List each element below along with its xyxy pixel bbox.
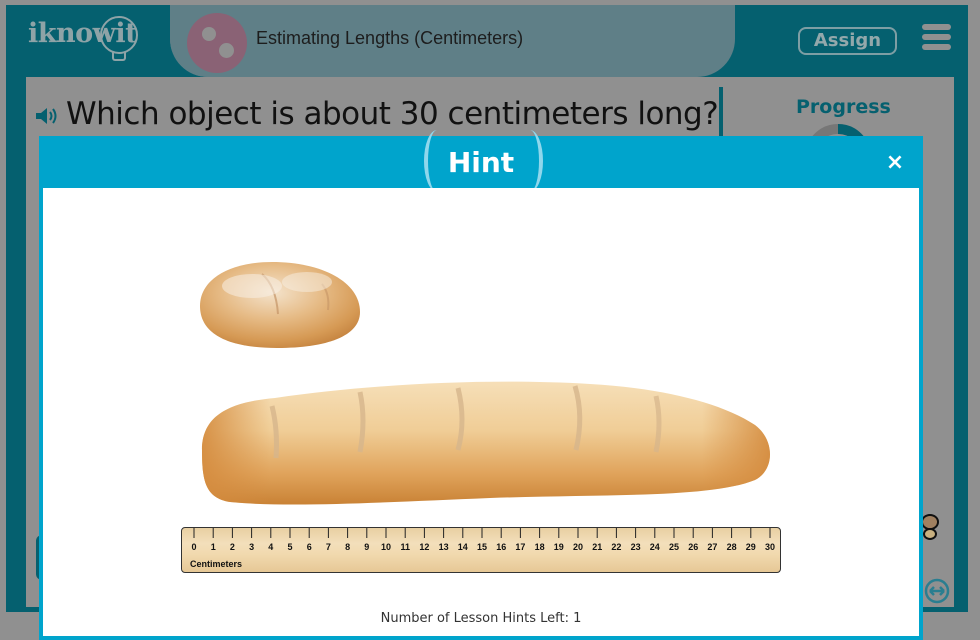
close-hint-button[interactable]: × (884, 151, 906, 175)
ruler-tick-label: 1 (211, 542, 216, 552)
hints-left-text: Number of Lesson Hints Left: 1 (380, 611, 582, 626)
ruler-tick-label: 30 (765, 542, 775, 552)
ruler-tick-label: 24 (650, 542, 660, 552)
hamburger-menu-icon[interactable] (922, 24, 951, 54)
ruler-tick-label: 15 (477, 542, 487, 552)
lesson-icon-dot (219, 43, 234, 58)
ruler-tick-label: 29 (746, 542, 756, 552)
ruler-tick-label: 5 (287, 542, 292, 552)
hint-modal-title: Hint (447, 146, 515, 179)
ruler-tick-label: 21 (592, 542, 602, 552)
ruler-tick-label: 22 (611, 542, 621, 552)
round-bread-image (200, 262, 360, 348)
ruler-tick-label: 25 (669, 542, 679, 552)
ruler-tick-label: 14 (458, 542, 468, 552)
lesson-icon-dot (202, 27, 216, 41)
menu-bar (922, 34, 951, 40)
lightbulb-logo-icon (100, 16, 138, 54)
ruler-tick-label: 18 (535, 542, 545, 552)
ruler-tick-label: 27 (707, 542, 717, 552)
swap-arrows-icon[interactable] (924, 578, 950, 604)
long-bread-image (202, 381, 770, 505)
ruler-tick-label: 9 (364, 542, 369, 552)
assign-button[interactable]: Assign (798, 27, 897, 55)
ruler-unit-label: Centimeters (190, 559, 243, 569)
ruler-tick-label: 26 (688, 542, 698, 552)
lightbulb-base-icon (112, 52, 126, 61)
menu-bar (922, 44, 951, 50)
centimeter-ruler: 0 1 2 3 4 5 6 7 8 9 10 11 12 13 14 15 16 17 18 19 20 21 22 23 24… (181, 527, 781, 573)
menu-bar (922, 24, 951, 30)
lesson-icon (187, 13, 247, 73)
ruler-tick-label: 20 (573, 542, 583, 552)
ruler-tick-label: 10 (381, 542, 391, 552)
ruler-tick-label: 2 (230, 542, 235, 552)
ruler-tick-label: 3 (249, 542, 254, 552)
ruler-tick-label: 6 (307, 542, 312, 552)
ruler-tick-label: 11 (400, 542, 410, 552)
ruler-tick-label: 23 (631, 542, 641, 552)
ruler-ticks: 0 1 2 3 4 5 6 7 8 9 10 11 12 13 14 15 16 17 18 19 20 21 22 23 24… (191, 528, 775, 552)
question-label: Which object is about 30 centimeters lon… (66, 96, 719, 132)
lesson-title: Estimating Lengths (Centimeters) (256, 28, 524, 48)
ruler-tick-label: 17 (515, 542, 525, 552)
ruler-tick-label: 13 (439, 542, 449, 552)
ruler-tick-label: 0 (191, 542, 196, 552)
ruler-tick-label: 12 (419, 542, 429, 552)
ruler-tick-label: 7 (326, 542, 331, 552)
ruler-tick-label: 19 (554, 542, 564, 552)
question-text: Which object is about 30 centimeters lon… (34, 96, 719, 132)
ruler-tick-label: 28 (727, 542, 737, 552)
ruler-tick-label: 16 (496, 542, 506, 552)
ruler-tick-label: 4 (268, 542, 273, 552)
ruler-tick-label: 8 (345, 542, 350, 552)
progress-label: Progress (796, 96, 891, 118)
